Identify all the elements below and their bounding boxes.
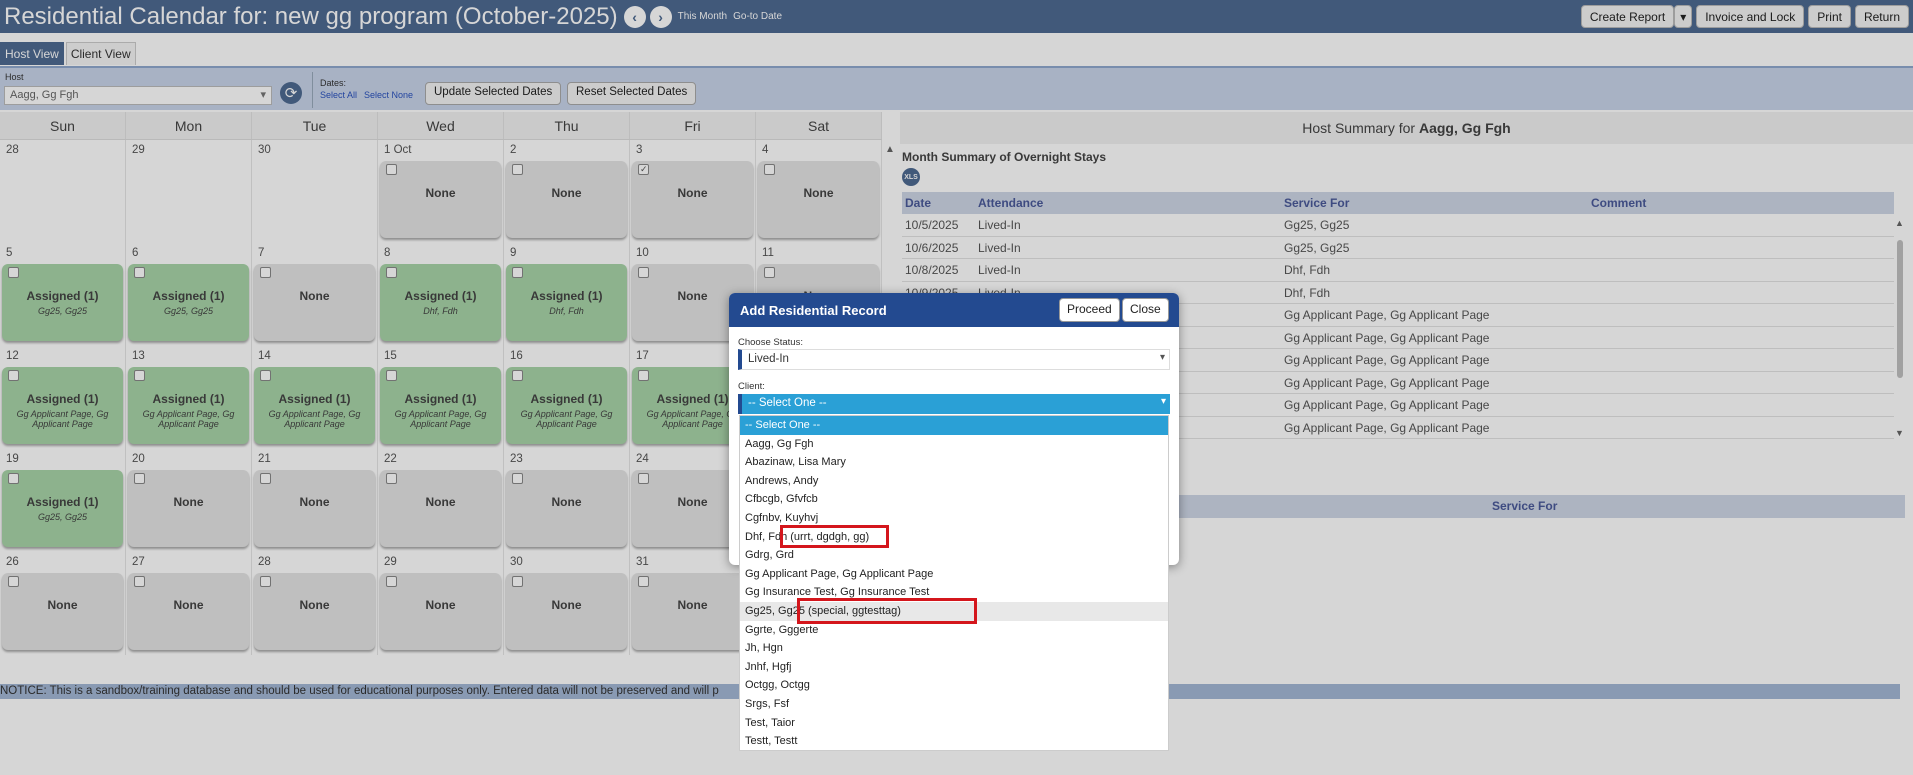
highlight-box bbox=[780, 525, 889, 548]
modal-title: Add Residential Record bbox=[740, 302, 887, 318]
client-option[interactable]: Jnhf, Hgfj bbox=[740, 658, 1168, 677]
client-select[interactable]: -- Select One -- bbox=[738, 394, 1170, 414]
client-option[interactable]: Octgg, Octgg bbox=[740, 676, 1168, 695]
client-option[interactable]: -- Select One -- bbox=[740, 416, 1168, 435]
proceed-button[interactable]: Proceed bbox=[1059, 298, 1120, 322]
close-button[interactable]: Close bbox=[1122, 298, 1169, 322]
client-select-value: -- Select One -- bbox=[748, 397, 827, 409]
client-option[interactable]: Gdrg, Grd bbox=[740, 546, 1168, 565]
client-option[interactable]: Gg Applicant Page, Gg Applicant Page bbox=[740, 565, 1168, 584]
client-option[interactable]: Test, Taior bbox=[740, 714, 1168, 733]
client-dropdown-list: -- Select One -- Aagg, Gg Fgh Abazinaw, Li… bbox=[739, 415, 1169, 751]
client-option[interactable]: Cfbcgb, Gfvfcb bbox=[740, 490, 1168, 509]
client-option[interactable]: Andrews, Andy bbox=[740, 472, 1168, 491]
highlight-box bbox=[797, 598, 977, 624]
client-option[interactable]: Aagg, Gg Fgh bbox=[740, 435, 1168, 454]
status-select-value: Lived-In bbox=[748, 353, 789, 365]
client-label: Client: bbox=[738, 381, 765, 392]
status-select[interactable]: Lived-In bbox=[738, 349, 1170, 370]
client-option[interactable]: Srgs, Fsf bbox=[740, 695, 1168, 714]
client-option[interactable]: Abazinaw, Lisa Mary bbox=[740, 453, 1168, 472]
client-option[interactable]: Testt, Testt bbox=[740, 732, 1168, 751]
status-label: Choose Status: bbox=[738, 337, 803, 348]
client-option[interactable]: Jh, Hgn bbox=[740, 639, 1168, 658]
